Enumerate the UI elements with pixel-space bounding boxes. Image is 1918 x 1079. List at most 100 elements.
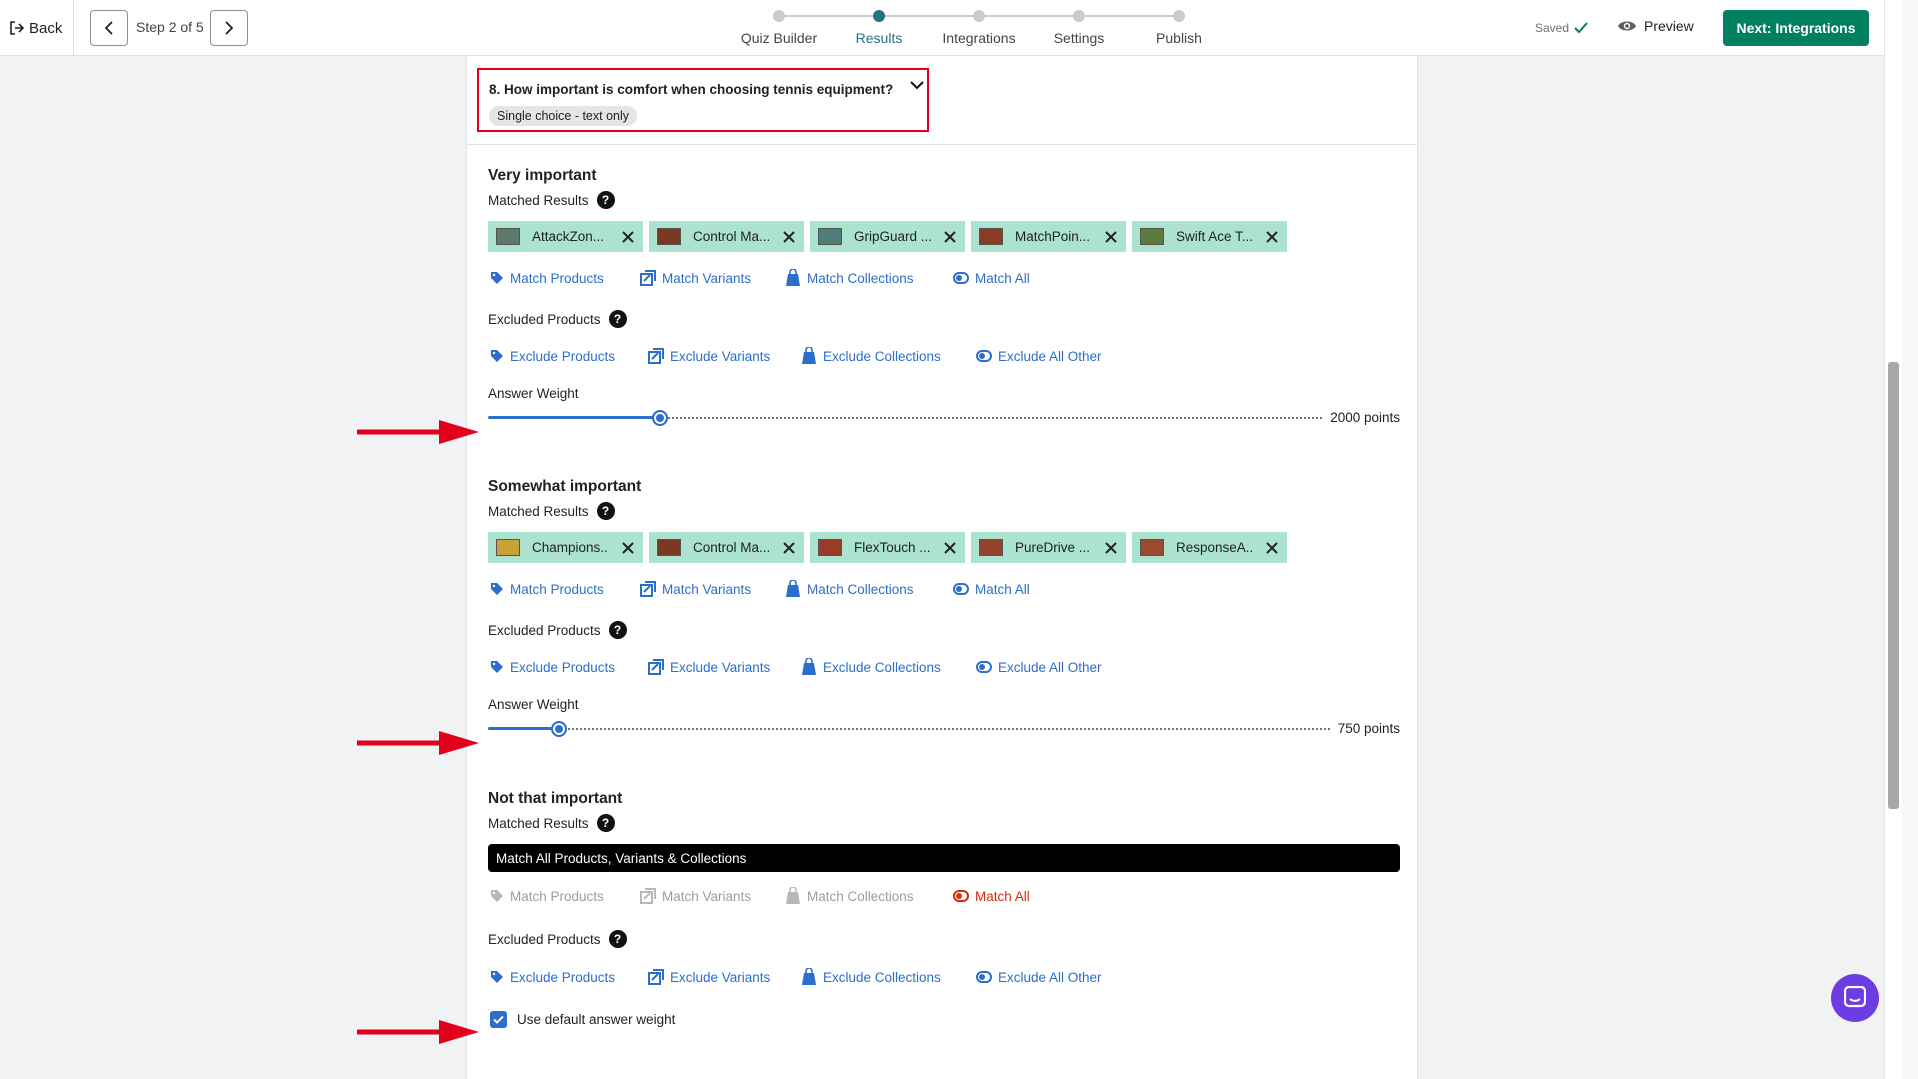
match-all-products-bar[interactable]: Match All Products, Variants & Collectio… [488, 844, 1400, 872]
question-highlight[interactable]: 8. How important is comfort when choosin… [477, 68, 929, 132]
match-collections-button[interactable]: Match Collections [785, 580, 953, 598]
matched-results-label: Matched Results ? [488, 191, 615, 209]
close-icon[interactable] [1265, 541, 1279, 555]
help-icon[interactable]: ? [596, 191, 615, 209]
match-products-button[interactable]: Match Products [490, 887, 640, 905]
tag-icon [491, 661, 503, 673]
answer-weight-slider[interactable]: 2000 points [488, 408, 1400, 428]
back-button[interactable]: Back [10, 14, 62, 42]
product-chip[interactable]: PureDrive ... [971, 532, 1126, 563]
exit-icon [10, 21, 24, 35]
use-default-weight-checkbox[interactable] [490, 1011, 507, 1028]
match-variants-label: Match Variants [662, 270, 752, 286]
exclude-variants-button[interactable]: Exclude Variants [648, 658, 801, 676]
exclude-products-button[interactable]: Exclude Products [490, 658, 648, 676]
previous-step-button[interactable] [90, 10, 128, 46]
match-collections-button[interactable]: Match Collections [785, 269, 953, 287]
match-variants-button[interactable]: Match Variants [640, 887, 785, 905]
exclude-variants-label: Exclude Variants [670, 348, 771, 364]
step-settings[interactable]: Settings [1054, 30, 1105, 46]
product-chip[interactable]: Control Ma... [649, 221, 804, 252]
exclude-collections-label: Exclude Collections [823, 659, 941, 675]
next-step-button[interactable] [210, 10, 248, 46]
exclude-products-button[interactable]: Exclude Products [490, 347, 648, 365]
red-arrow-annotation [357, 1020, 479, 1044]
exclude-actions: Exclude Products Exclude Variants Exclud… [490, 968, 1102, 986]
next-integrations-button[interactable]: Next: Integrations [1723, 10, 1869, 46]
close-icon[interactable] [782, 230, 796, 244]
variants-icon [640, 581, 656, 597]
answer-weight-slider[interactable]: 750 points [488, 719, 1400, 739]
slider-handle[interactable] [551, 721, 567, 737]
weight-value: 750 points [1337, 721, 1400, 736]
collections-icon [786, 269, 800, 286]
step-indicator: Step 2 of 5 [136, 19, 204, 35]
close-icon[interactable] [943, 230, 957, 244]
preview-button[interactable]: Preview [1617, 18, 1694, 34]
toggle-icon [953, 272, 969, 284]
match-products-label: Match Products [510, 888, 604, 904]
match-collections-button[interactable]: Match Collections [785, 887, 953, 905]
match-all-button[interactable]: Match All [953, 580, 1030, 598]
saved-label: Saved [1535, 21, 1570, 35]
exclude-collections-button[interactable]: Exclude Collections [801, 658, 976, 676]
product-thumbnail [979, 539, 1003, 556]
product-chip[interactable]: AttackZon... [488, 221, 643, 252]
excluded-products-text: Excluded Products [488, 622, 601, 638]
exclude-products-label: Exclude Products [510, 659, 616, 675]
close-icon[interactable] [1104, 541, 1118, 555]
step-publish[interactable]: Publish [1156, 30, 1202, 46]
close-icon[interactable] [782, 541, 796, 555]
product-chip[interactable]: Champions... [488, 532, 643, 563]
matched-results-label: Matched Results ? [488, 814, 615, 832]
exclude-all-other-label: Exclude All Other [998, 969, 1102, 985]
step-integrations[interactable]: Integrations [942, 30, 1015, 46]
exclude-all-other-button[interactable]: Exclude All Other [976, 658, 1102, 676]
slider-handle[interactable] [652, 410, 668, 426]
product-chip[interactable]: ResponseA... [1132, 532, 1287, 563]
product-chip[interactable]: FlexTouch ... [810, 532, 965, 563]
exclude-collections-button[interactable]: Exclude Collections [801, 968, 976, 986]
chevron-down-icon[interactable] [910, 80, 924, 90]
close-icon[interactable] [1104, 230, 1118, 244]
help-icon[interactable]: ? [596, 814, 615, 832]
product-name: FlexTouch ... [854, 540, 931, 555]
exclude-variants-label: Exclude Variants [670, 969, 771, 985]
close-icon[interactable] [621, 541, 635, 555]
match-variants-button[interactable]: Match Variants [640, 269, 785, 287]
product-chip[interactable]: GripGuard ... [810, 221, 965, 252]
top-bar: Back Step 2 of 5 Quiz Builder Results In… [0, 0, 1884, 56]
match-all-button[interactable]: Match All [953, 887, 1030, 905]
product-name: Champions... [532, 540, 609, 555]
product-chip[interactable]: Control Ma... [649, 532, 804, 563]
exclude-variants-button[interactable]: Exclude Variants [648, 347, 801, 365]
product-chip[interactable]: Swift Ace T... [1132, 221, 1287, 252]
match-all-button[interactable]: Match All [953, 269, 1030, 287]
chat-support-button[interactable] [1831, 974, 1879, 1022]
help-icon[interactable]: ? [608, 621, 627, 639]
weight-value: 2000 points [1330, 410, 1400, 425]
chat-icon [1844, 986, 1866, 1008]
close-icon[interactable] [1265, 230, 1279, 244]
close-icon[interactable] [621, 230, 635, 244]
exclude-variants-button[interactable]: Exclude Variants [648, 968, 801, 986]
question-card: 8. How important is comfort when choosin… [466, 56, 1418, 1079]
product-name: MatchPoin... [1015, 229, 1091, 244]
match-variants-button[interactable]: Match Variants [640, 580, 785, 598]
help-icon[interactable]: ? [608, 310, 627, 328]
exclude-products-button[interactable]: Exclude Products [490, 968, 648, 986]
exclude-all-other-button[interactable]: Exclude All Other [976, 968, 1102, 986]
step-quiz-builder[interactable]: Quiz Builder [741, 30, 817, 46]
answer-very-important: Very important Matched Results ? AttackZ… [488, 167, 1400, 467]
exclude-all-other-button[interactable]: Exclude All Other [976, 347, 1102, 365]
close-icon[interactable] [943, 541, 957, 555]
product-chip[interactable]: MatchPoin... [971, 221, 1126, 252]
match-products-button[interactable]: Match Products [490, 580, 640, 598]
match-products-button[interactable]: Match Products [490, 269, 640, 287]
product-name: Swift Ace T... [1176, 229, 1253, 244]
help-icon[interactable]: ? [608, 930, 627, 948]
exclude-collections-button[interactable]: Exclude Collections [801, 347, 976, 365]
step-results[interactable]: Results [856, 30, 903, 46]
scrollbar-thumb[interactable] [1888, 362, 1899, 809]
help-icon[interactable]: ? [596, 502, 615, 520]
